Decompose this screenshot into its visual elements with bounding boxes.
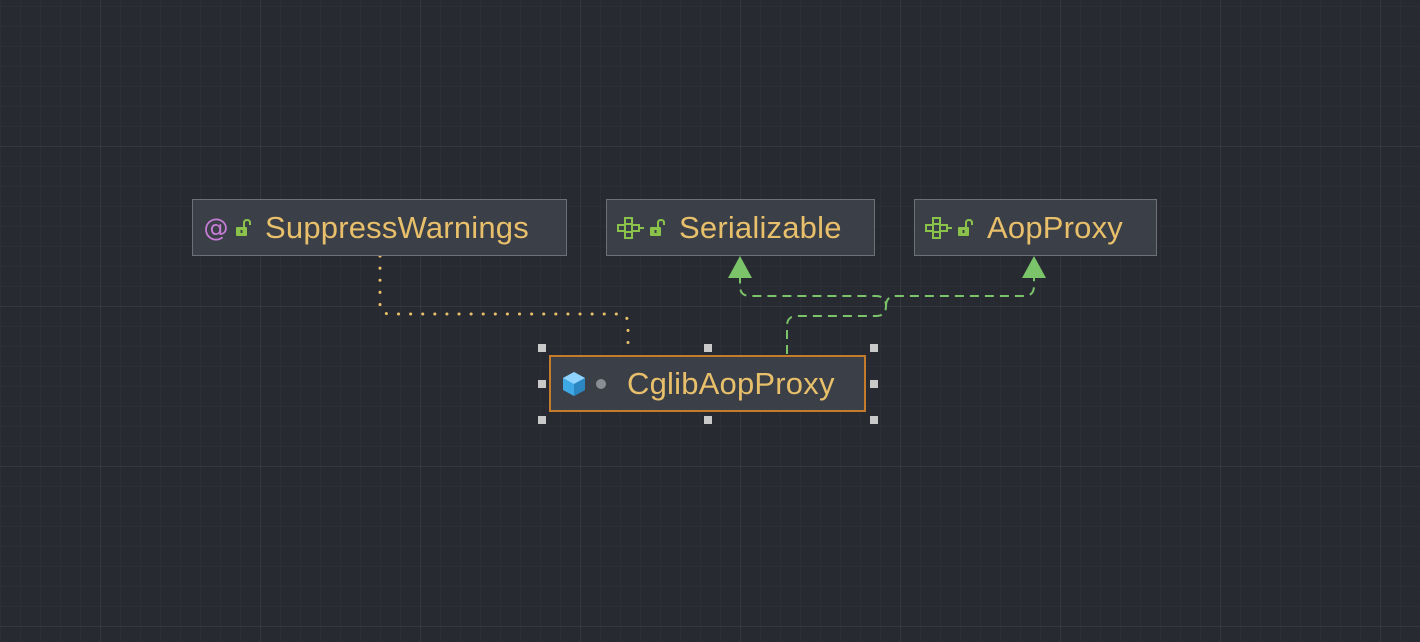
package-private-visibility-icon <box>589 372 613 396</box>
node-label: CglibAopProxy <box>627 365 835 401</box>
arrowhead-aopproxy <box>1022 256 1046 278</box>
node-label: AopProxy <box>987 209 1123 245</box>
edge-cglib-suppresswarnings[interactable] <box>378 254 630 348</box>
node-cglibaopproxy[interactable]: CglibAopProxy <box>549 355 866 412</box>
resize-handle-top-left[interactable] <box>538 344 546 352</box>
node-serializable[interactable]: Serializable <box>606 199 875 256</box>
resize-handle-top[interactable] <box>704 344 712 352</box>
public-visibility-icon <box>953 216 977 240</box>
annotation-icon: @ <box>201 213 231 243</box>
node-label: SuppressWarnings <box>265 209 529 245</box>
interface-icon <box>923 213 953 243</box>
class-icon <box>559 369 589 399</box>
resize-handle-bottom-left[interactable] <box>538 416 546 424</box>
arrowhead-serializable <box>728 256 752 278</box>
node-label: Serializable <box>679 209 842 245</box>
node-suppresswarnings[interactable]: @ SuppressWarnings <box>192 199 567 256</box>
resize-handle-right[interactable] <box>870 380 878 388</box>
resize-handle-left[interactable] <box>538 380 546 388</box>
resize-handle-top-right[interactable] <box>870 344 878 352</box>
svg-text:@: @ <box>204 214 229 242</box>
edges-layer <box>378 254 1046 354</box>
public-visibility-icon <box>231 216 255 240</box>
edge-cglib-aopproxy[interactable] <box>885 276 1035 307</box>
edge-cglib-serializable[interactable] <box>739 276 888 354</box>
resize-handle-bottom-right[interactable] <box>870 416 878 424</box>
resize-handle-bottom[interactable] <box>704 416 712 424</box>
node-aopproxy[interactable]: AopProxy <box>914 199 1157 256</box>
public-visibility-icon <box>645 216 669 240</box>
interface-icon <box>615 213 645 243</box>
